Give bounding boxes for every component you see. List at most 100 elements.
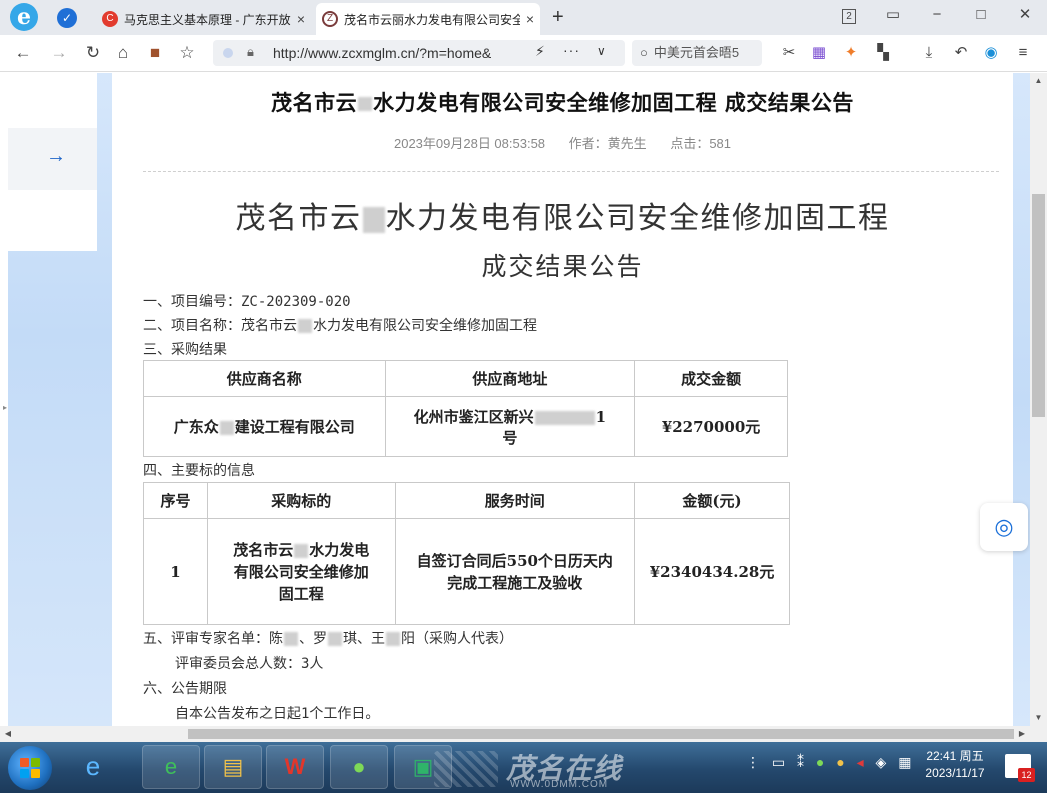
horizontal-scrollbar[interactable]: ◀ ▶ (0, 726, 1030, 742)
volume-icon[interactable]: ◈ (876, 754, 887, 770)
article: 茂名市云 水力发电有限公司安全维修加固工程 成交结果公告 2023年09月28日 … (112, 73, 1013, 726)
article-title: 茂名市云 水力发电有限公司安全维修加固工程 成交结果公告 (271, 91, 854, 115)
wechat-icon[interactable]: ● (330, 745, 388, 789)
scroll-thumb[interactable] (188, 729, 1014, 739)
wechat-tray-icon[interactable]: ● (816, 754, 824, 770)
service-time: 自签订合同后550个日历天内 完成工程施工及验收 (394, 518, 636, 625)
red-c-icon: C (102, 11, 118, 27)
tab-count-button[interactable]: 2 (827, 0, 871, 32)
scroll-down-icon[interactable]: ▼ (1030, 710, 1047, 726)
network-icon[interactable]: ▦ (898, 754, 911, 770)
skin-icon[interactable]: ▭ (871, 0, 915, 32)
download-icon[interactable]: ⤓ (918, 43, 940, 63)
scroll-up-icon[interactable]: ▲ (1030, 73, 1047, 89)
publish-date: 2023年09月28日 08:53:58 (393, 136, 546, 151)
page-background-right (1013, 73, 1030, 726)
section-heading: 六、公告期限 (143, 681, 227, 697)
speed-mode-icon[interactable]: ⚡︎ (535, 43, 545, 60)
notification-icon[interactable]: 12 (1005, 754, 1035, 782)
system-clock[interactable]: 22:41 周五 2023/11/17 (918, 748, 992, 782)
window-controls: 2 ▭ − □ ✕ (827, 0, 1047, 32)
side-panel: → (8, 73, 97, 251)
app-tray-icon[interactable]: ● (836, 754, 844, 770)
procurement-result-table: 供应商名称 供应商地址 成交金额 广东众 建设工程有限公司 化州市鉴江区新兴 1 号 … (143, 360, 788, 457)
game-icon[interactable]: ✦ (840, 43, 862, 63)
tab-close-icon[interactable]: × (526, 11, 534, 27)
announcement-title: 茂名市云 水力发电有限公司安全维修加固工程 (235, 201, 890, 236)
site-logo-icon: Z (322, 11, 338, 27)
section-heading: 三、采购结果 (143, 342, 227, 358)
bluetooth-icon[interactable]: ⁑ (797, 754, 804, 770)
insecure-lock-icon[interactable]: 🔒︎ (247, 44, 254, 60)
translate-icon[interactable]: ▦ (808, 43, 830, 63)
expert-list: 五、评审专家名单：陈 、罗 琪、王 阳（采购人代表） (143, 631, 513, 647)
notification-badge: 12 (1018, 768, 1035, 782)
clock-date: 2023/11/17 (925, 766, 985, 780)
table-header: 金额(元) (634, 482, 790, 519)
close-window-button[interactable]: ✕ (1003, 0, 1047, 32)
project-number: 一、项目编号：ZC-202309-020 (143, 294, 351, 310)
committee-count: 评审委员会总人数：3人 (175, 656, 324, 672)
tab-close-icon[interactable]: × (297, 11, 305, 27)
table-header: 序号 (143, 482, 208, 519)
folder-tray-icon[interactable]: ▭ (772, 754, 785, 770)
procurement-target: 茂名市云 水力发电 有限公司安全维修加 固工程 (206, 518, 396, 625)
assistant-icon: ◎ (994, 514, 1014, 539)
arrow-right-icon[interactable]: → (46, 145, 66, 168)
scrollbar-corner (1030, 726, 1047, 742)
windows-logo-icon (20, 769, 29, 778)
tab-title: 茂名市云丽水力发电有限公司安全 (344, 12, 520, 27)
chevron-down-icon[interactable]: ∨ (597, 44, 606, 58)
supplier-address: 化州市鉴江区新兴 1 号 (384, 396, 636, 457)
briefcase-icon[interactable]: ■ (144, 43, 166, 63)
windows-logo-icon (31, 769, 40, 778)
site-info-icon[interactable] (223, 48, 233, 58)
scroll-right-icon[interactable]: ▶ (1014, 726, 1030, 742)
menu-icon[interactable]: ≡ (1012, 43, 1034, 63)
assistant-float-button[interactable]: ◎ (980, 503, 1028, 551)
browser-taskbar-icon[interactable]: e (142, 745, 200, 789)
address-url[interactable]: http://www.zcxmglm.cn/?m=home& (273, 45, 538, 61)
scroll-thumb[interactable] (1032, 194, 1045, 417)
browser-assistant-icon[interactable]: ◉ (980, 43, 1002, 63)
windows-logo-icon (20, 758, 29, 767)
web-page: ▸ → 茂名市云 水力发电有限公司安全维修加固工程 成交结果公告 2023年09月… (0, 73, 1030, 726)
search-icon: ○ (640, 45, 648, 60)
section-heading: 四、主要标的信息 (143, 463, 255, 479)
ie-icon[interactable]: e (68, 745, 118, 789)
redaction-blur (358, 97, 373, 111)
maximize-button[interactable]: □ (959, 0, 1003, 32)
table-row: 1 茂名市云 水力发电 有限公司安全维修加 固工程 自签订合同后550个日历天内 完成工… (143, 518, 790, 625)
divider (143, 171, 999, 172)
more-icon[interactable]: ··· (563, 42, 580, 58)
address-bar[interactable]: 🔒︎ http://www.zcxmglm.cn/?m=home& ⚡︎ ···… (213, 40, 625, 66)
favorites-star-icon[interactable]: ☆ (176, 43, 198, 63)
forward-arrow-icon[interactable]: → (48, 43, 70, 63)
start-button[interactable] (8, 746, 52, 790)
back-arrow-icon[interactable]: ← (12, 43, 34, 63)
minimize-button[interactable]: − (915, 0, 959, 32)
browser-logo-icon[interactable]: e (10, 3, 38, 31)
pinned-tab-icon[interactable]: ✓ (57, 8, 77, 28)
refresh-icon[interactable]: ↻ (82, 43, 104, 63)
search-input[interactable]: ○ 中美元首会晤5 (632, 40, 762, 66)
new-tab-button[interactable]: + (552, 6, 564, 29)
red-tray-icon[interactable]: ◂ (857, 754, 864, 770)
clock-time: 22:41 周五 (926, 749, 984, 763)
scroll-left-icon[interactable]: ◀ (0, 726, 16, 742)
watermark-logo (434, 751, 498, 787)
wps-icon[interactable]: W (266, 745, 324, 789)
project-name: 二、项目名称：茂名市云 水力发电有限公司安全维修加固工程 (143, 318, 537, 334)
file-explorer-icon[interactable]: ▤ (204, 745, 262, 789)
undo-icon[interactable]: ↶ (950, 43, 972, 63)
apps-grid-icon[interactable]: ▚ (872, 43, 894, 63)
scissors-icon[interactable]: ✂ (778, 43, 800, 63)
sidebar-handle-icon[interactable]: ▸ (3, 403, 7, 412)
tab-marxism[interactable]: C 马克思主义基本原理 - 广东开放 × (96, 3, 311, 35)
system-tray: ⋮ ▭ ⁑ ● ● ◂ ◈ ▦ (746, 754, 919, 771)
home-icon[interactable]: ⌂ (112, 43, 134, 63)
watermark-url: WWW.0DMM.COM (510, 779, 609, 790)
tab-announcement[interactable]: Z 茂名市云丽水力发电有限公司安全 × (316, 3, 540, 35)
taskbar: e e ▤ W ● ▣ 茂名在线 WWW.0DMM.COM ⋮ ▭ ⁑ ● ● … (0, 742, 1047, 793)
vertical-scrollbar[interactable]: ▲ ▼ (1030, 73, 1047, 726)
